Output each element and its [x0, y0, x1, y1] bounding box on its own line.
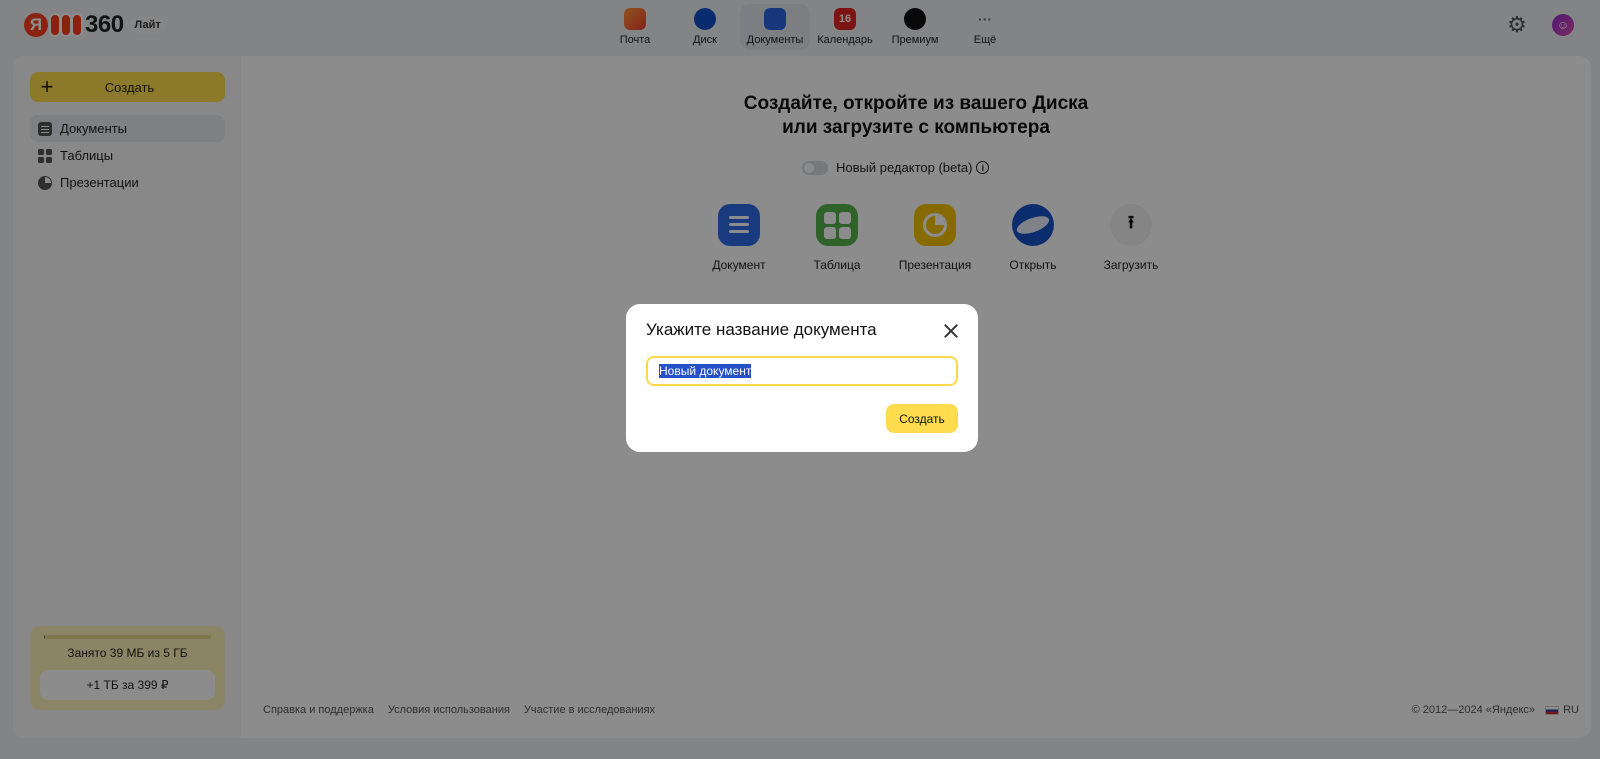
create-document-button[interactable]: Создать [886, 404, 958, 433]
rename-document-dialog: Укажите название документа Создать [626, 304, 978, 452]
document-name-input[interactable] [646, 356, 958, 386]
dialog-title: Укажите название документа [646, 320, 877, 339]
close-icon[interactable] [942, 322, 960, 340]
